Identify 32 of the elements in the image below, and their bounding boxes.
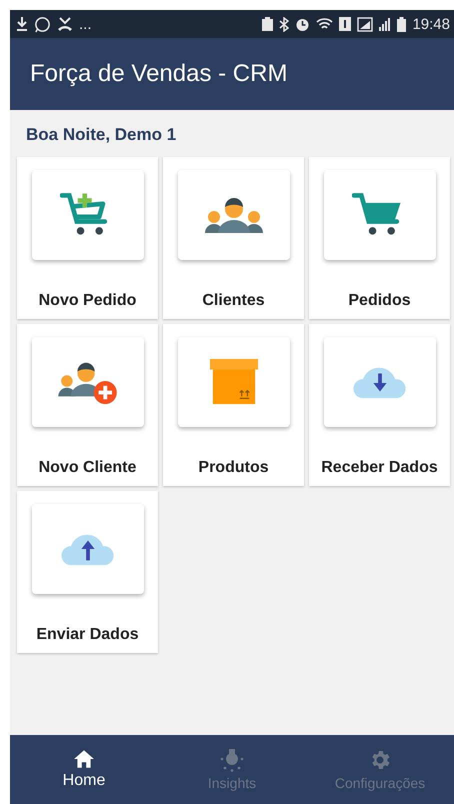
battery-saver-icon [262, 17, 274, 31]
download-icon [16, 16, 28, 32]
menu-tile[interactable]: Novo Cliente [17, 324, 158, 486]
menu-tile[interactable]: Receber Dados [309, 324, 450, 486]
greeting: Boa Noite, Demo 1 [26, 125, 178, 145]
alarm-icon [295, 16, 310, 32]
people-icon [204, 198, 262, 233]
menu-tile[interactable]: Novo Pedido [17, 157, 158, 319]
home-icon [73, 749, 95, 769]
menu-tile[interactable]: Clientes [163, 157, 304, 319]
chat-bubble-icon [34, 16, 51, 32]
missed-call-icon [57, 16, 73, 32]
overflow-indicator: ... [79, 16, 92, 32]
signal-icon [379, 17, 392, 31]
lightbulb-icon [219, 748, 245, 772]
cart-icon [352, 193, 400, 235]
sim-icon [339, 17, 352, 31]
menu-tile[interactable]: Pedidos [309, 157, 450, 319]
cloud-download-icon [353, 368, 406, 398]
wifi-icon [316, 17, 334, 31]
app-title: Força de Vendas - CRM [30, 60, 288, 88]
menu-tile[interactable]: Produtos [163, 324, 304, 486]
menu-tile[interactable]: Enviar Dados [17, 491, 158, 653]
person-add-icon [58, 362, 116, 404]
status-time: 19:48 [412, 16, 450, 32]
box-icon [210, 358, 258, 404]
nav-tab[interactable]: Home [10, 735, 158, 804]
bluetooth-icon [279, 16, 290, 32]
battery-icon [397, 16, 406, 32]
cloud-upload-icon [61, 534, 114, 566]
cart-plus-icon [60, 193, 107, 235]
signal-icon [357, 16, 374, 32]
